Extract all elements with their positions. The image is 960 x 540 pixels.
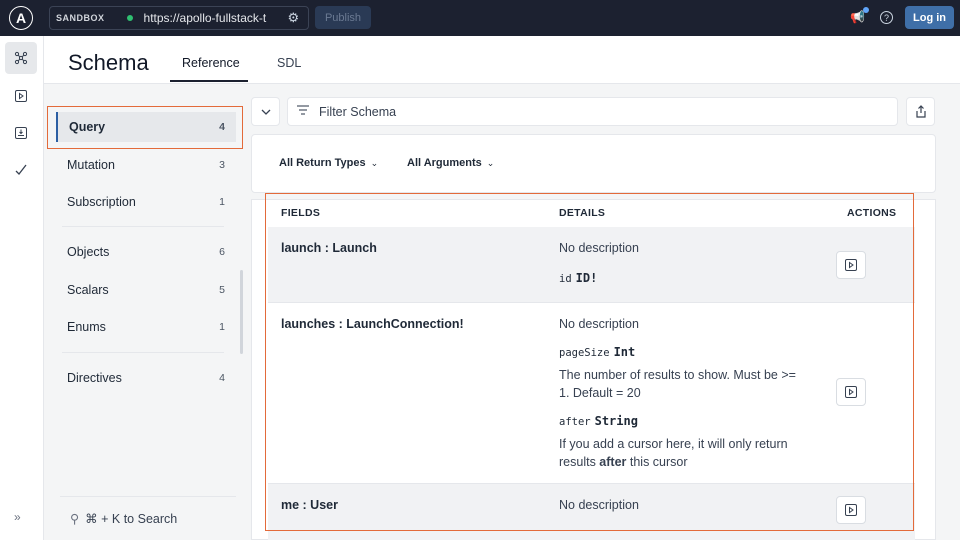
filter-icon [297, 105, 309, 118]
page-header: Schema Reference SDL [44, 36, 960, 84]
endpoint-url[interactable]: https://apollo-fullstack-t [144, 11, 280, 25]
query-highlight [47, 106, 243, 149]
return-types-label: All Return Types [279, 157, 366, 169]
filter-schema-input[interactable]: Filter Schema [287, 97, 898, 126]
sidebar-item-count: 3 [219, 159, 225, 171]
sidebar-divider [62, 226, 224, 227]
sidebar-item-label: Subscription [67, 195, 136, 209]
chevron-down-icon: ⌄ [370, 158, 379, 168]
login-button[interactable]: Log in [905, 6, 954, 29]
arguments-dropdown[interactable]: All Arguments ⌄ [407, 157, 494, 169]
check-icon[interactable] [5, 154, 37, 186]
checklist-icon[interactable] [5, 117, 37, 149]
filter-panel: All Return Types ⌄ All Arguments ⌄ [251, 134, 936, 193]
sidebar-item-label: Scalars [67, 283, 109, 297]
apollo-logo[interactable]: A [9, 6, 33, 30]
table-highlight [265, 193, 914, 531]
filter-placeholder: Filter Schema [319, 104, 397, 119]
endpoint-selector[interactable]: SANDBOX https://apollo-fullstack-t ⚙ [49, 6, 309, 30]
page-title: Schema [68, 50, 149, 75]
schema-icon[interactable] [5, 42, 37, 74]
search-hint-text: ⌘ + K to Search [85, 512, 178, 526]
sidebar-divider [62, 352, 224, 353]
sidebar-scrollbar[interactable] [240, 270, 243, 354]
share-icon[interactable] [906, 97, 935, 126]
sidebar-item-count: 1 [219, 196, 225, 208]
sidebar-item-scalars[interactable]: Scalars 5 [56, 275, 236, 305]
notification-badge [862, 7, 869, 13]
publish-button[interactable]: Publish [315, 6, 371, 29]
sidebar-item-label: Objects [67, 245, 110, 259]
tab-sdl[interactable]: SDL [277, 56, 301, 70]
sidebar-item-label: Mutation [67, 158, 115, 172]
sidebar-item-count: 1 [219, 321, 225, 333]
active-tab-underline [170, 80, 248, 82]
sandbox-tag: SANDBOX [56, 13, 105, 23]
sidebar-item-enums[interactable]: Enums 1 [56, 312, 236, 342]
double-chevron-right-icon[interactable]: » [14, 510, 21, 524]
gear-icon[interactable]: ⚙ [288, 10, 300, 26]
sidebar-item-count: 4 [219, 372, 225, 384]
top-bar: A SANDBOX https://apollo-fullstack-t ⚙ P… [0, 0, 960, 36]
sidebar-item-subscription[interactable]: Subscription 1 [56, 187, 236, 217]
sidebar-item-label: Enums [67, 320, 106, 334]
status-dot-icon [126, 15, 133, 21]
sidebar-item-mutation[interactable]: Mutation 3 [56, 150, 236, 180]
announcements-icon[interactable]: 📢 [850, 7, 869, 24]
sidebar-item-label: Directives [67, 371, 122, 385]
chevron-down-icon[interactable] [251, 97, 280, 126]
chevron-down-icon: ⌄ [486, 158, 495, 168]
return-types-dropdown[interactable]: All Return Types ⌄ [279, 157, 378, 169]
tab-reference[interactable]: Reference [182, 56, 240, 70]
search-shortcut[interactable]: ⚲ ⌘ + K to Search [70, 511, 177, 526]
sidebar-item-count: 6 [219, 246, 225, 258]
sidebar-item-directives[interactable]: Directives 4 [56, 363, 236, 393]
sidebar-divider [60, 496, 236, 497]
arguments-label: All Arguments [407, 157, 482, 169]
left-rail: » [0, 36, 44, 540]
sidebar-item-objects[interactable]: Objects 6 [56, 237, 236, 267]
help-icon[interactable]: ? [880, 11, 893, 24]
search-icon: ⚲ [70, 512, 80, 526]
sidebar-item-count: 5 [219, 284, 225, 296]
play-icon[interactable] [5, 80, 37, 112]
